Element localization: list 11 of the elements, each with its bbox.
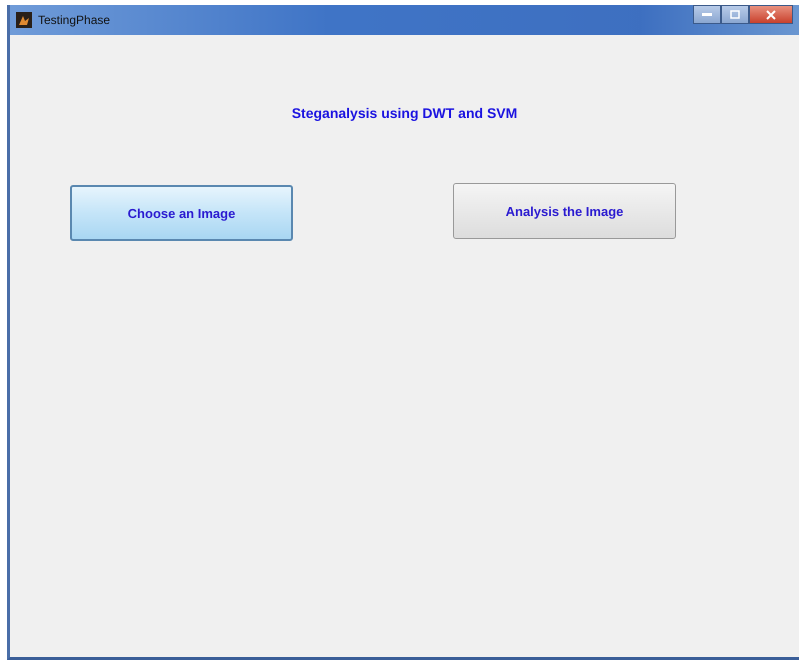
maximize-button[interactable] xyxy=(721,5,749,24)
action-button[interactable]: Analysis the Image xyxy=(453,183,676,239)
minimize-icon xyxy=(702,12,712,16)
minimize-button[interactable] xyxy=(693,5,721,24)
app-icon xyxy=(16,12,32,28)
close-icon xyxy=(766,10,776,20)
action-button[interactable]: Choose an Image xyxy=(70,185,293,241)
maximize-icon xyxy=(730,10,740,19)
heading-text: Steganalysis using DWT and SVM xyxy=(290,105,518,121)
close-button[interactable] xyxy=(749,5,793,24)
window-title: TestingPhase xyxy=(38,13,110,27)
